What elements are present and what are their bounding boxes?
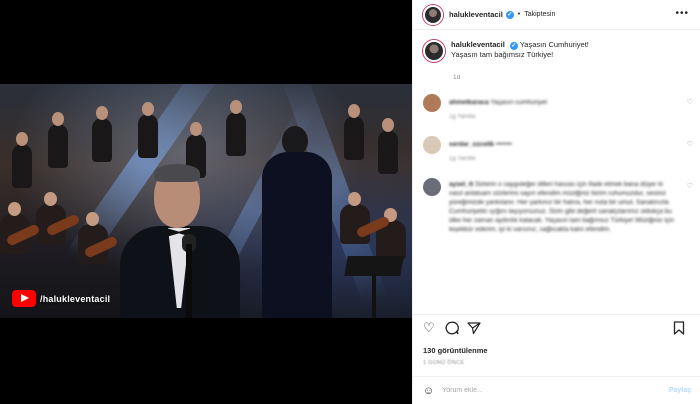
caption-line-2: Yaşasın tam bağımsız Türkiye! bbox=[451, 50, 554, 59]
comment-like-icon[interactable]: ♡ bbox=[687, 98, 693, 106]
caption-username[interactable]: halukleventacil bbox=[451, 40, 505, 49]
post-actions: ♡ bbox=[413, 314, 700, 342]
comment-avatar[interactable] bbox=[423, 136, 441, 154]
comment-text: Sizlerin o saygıdeğer dilleri hassas içi… bbox=[449, 181, 675, 233]
comment-composer: ☺ Paylaş bbox=[413, 376, 700, 404]
caption-age: 1d bbox=[453, 74, 461, 81]
post-media: /halukleventacil bbox=[0, 0, 412, 404]
verified-badge-icon: ✓ bbox=[505, 10, 514, 19]
view-count[interactable]: 130 görüntülenme bbox=[423, 346, 488, 355]
comment-meta: 1g Yanıtla bbox=[449, 114, 476, 120]
comment-text: Yaşasın cumhuriyet bbox=[490, 99, 548, 106]
comment-input[interactable] bbox=[442, 387, 669, 394]
verified-badge-icon: ✓ bbox=[509, 42, 518, 50]
header-username[interactable]: halukleventacil bbox=[449, 10, 503, 19]
music-stand bbox=[344, 256, 404, 276]
comment-username[interactable]: ahmetkaraca bbox=[449, 99, 489, 106]
caption-avatar[interactable] bbox=[423, 40, 445, 62]
video-player[interactable]: /halukleventacil bbox=[0, 84, 412, 318]
channel-watermark: /halukleventacil bbox=[12, 290, 110, 307]
comment-username[interactable]: serdar_ozcelik bbox=[449, 141, 494, 148]
avatar[interactable] bbox=[423, 4, 443, 25]
post-comment-button[interactable]: Paylaş bbox=[669, 387, 691, 394]
conductor-figure bbox=[262, 126, 332, 318]
bookmark-icon[interactable] bbox=[673, 321, 685, 338]
choir-member bbox=[12, 132, 32, 188]
comment-like-icon[interactable]: ♡ bbox=[687, 140, 693, 148]
comment-like-icon[interactable]: ♡ bbox=[687, 182, 693, 190]
post-sidebar: halukleventacil ✓ • Takiptesin ••• haluk… bbox=[412, 0, 700, 404]
comment-username[interactable]: aysel_tt bbox=[449, 181, 473, 188]
heart-icon[interactable]: ♡ bbox=[423, 321, 435, 335]
music-stand-leg bbox=[372, 274, 376, 318]
channel-label: /halukleventacil bbox=[40, 293, 111, 304]
comment-avatar[interactable] bbox=[423, 94, 441, 112]
youtube-icon bbox=[12, 290, 36, 307]
comment-meta: 1g Yanıtla bbox=[449, 156, 476, 162]
share-icon[interactable] bbox=[467, 321, 481, 338]
choir-member bbox=[48, 112, 68, 168]
emoji-icon[interactable]: ☺ bbox=[423, 385, 434, 397]
comment-avatar[interactable] bbox=[423, 178, 441, 196]
comment-icon[interactable] bbox=[445, 321, 459, 338]
more-options-icon[interactable]: ••• bbox=[675, 9, 689, 19]
choir-member bbox=[138, 102, 158, 158]
choir-member bbox=[92, 106, 112, 162]
follow-status-button[interactable]: Takiptesin bbox=[524, 11, 555, 18]
choir-member bbox=[226, 100, 246, 156]
post-header: halukleventacil ✓ • Takiptesin ••• bbox=[413, 0, 700, 30]
comment-text: ••••••• bbox=[495, 141, 512, 148]
post-timestamp: 1 GÜNÜ ÖNCE bbox=[423, 360, 465, 366]
singer-figure bbox=[120, 164, 240, 318]
separator-dot: • bbox=[517, 11, 521, 18]
caption-line-1: Yaşasın Cumhuriyet! bbox=[519, 40, 589, 49]
choir-member bbox=[344, 104, 364, 160]
choir-member bbox=[378, 118, 398, 174]
microphone-stand bbox=[186, 244, 192, 318]
post-caption: halukleventacil ✓ Yaşasın Cumhuriyet! Ya… bbox=[423, 40, 693, 62]
